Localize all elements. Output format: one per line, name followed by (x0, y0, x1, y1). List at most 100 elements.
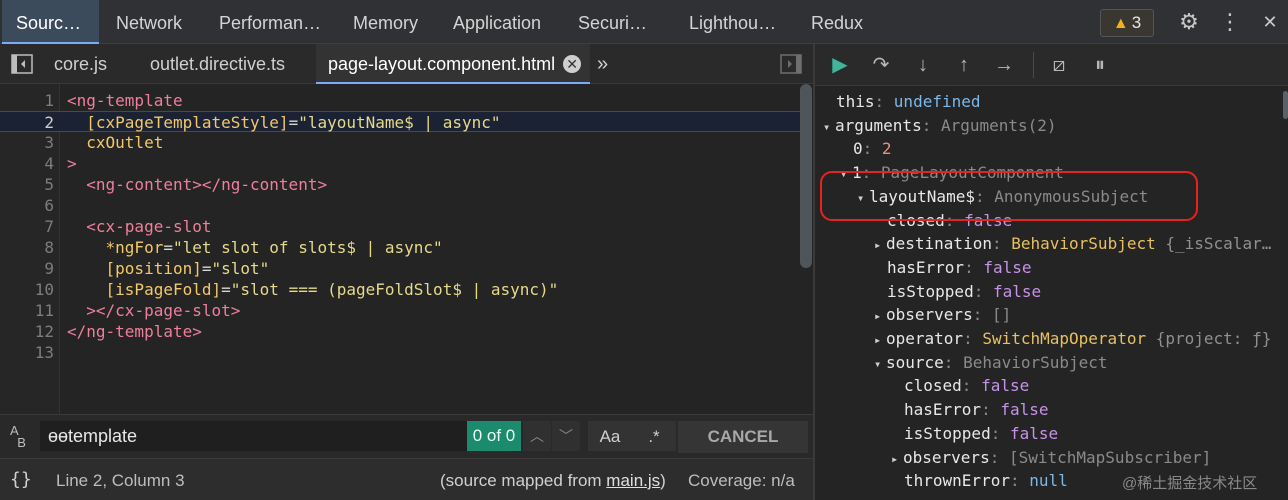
close-devtools-icon[interactable]: ✕ (1256, 8, 1284, 36)
tab-redux[interactable]: Redux (797, 0, 877, 44)
scope-variable-row[interactable]: 0: 2 (853, 137, 892, 161)
variable-name: 0 (853, 139, 863, 159)
more-options-icon[interactable]: ⋮ (1216, 8, 1244, 36)
code-line[interactable]: 11 ></cx-page-slot> (0, 300, 800, 321)
scope-variable-row[interactable]: isStopped: false (887, 280, 1041, 304)
scope-variable-row[interactable]: closed: false (904, 374, 1029, 398)
code-line[interactable]: 6 (0, 195, 800, 216)
variable-value: undefined (893, 92, 981, 111)
scope-variable-row[interactable]: ▸ destination: BehaviorSubject {_isScalar… (874, 232, 1271, 256)
step-into-button[interactable]: ↓ (908, 50, 938, 80)
code-line[interactable]: 9 [position]="slot" (0, 258, 800, 279)
collapsed-chevron-icon[interactable]: ▸ (874, 328, 886, 352)
line-number[interactable]: 10 (0, 279, 54, 300)
code-line[interactable]: 2 [cxPageTemplateStyle]="layoutName$ | a… (0, 111, 800, 132)
regex-button[interactable]: .* (632, 421, 676, 451)
previous-match-icon[interactable]: ︿ (523, 421, 551, 451)
next-match-icon[interactable]: ﹀ (552, 421, 580, 451)
settings-gear-icon[interactable]: ⚙ (1175, 8, 1203, 36)
variable-name: hasError (904, 400, 982, 420)
match-count: 0 of 0 (467, 421, 521, 451)
line-number[interactable]: 4 (0, 153, 54, 174)
more-tabs-chevron-icon[interactable]: » (597, 44, 608, 84)
line-number[interactable]: 9 (0, 258, 54, 279)
search-input[interactable] (40, 421, 468, 451)
toggle-debugger-icon[interactable] (779, 52, 803, 76)
scope-scrollbar[interactable] (1283, 91, 1288, 119)
tab-security[interactable]: Securi… (564, 0, 661, 44)
warnings-badge[interactable]: ▲ 3 (1100, 9, 1154, 37)
tab-network[interactable]: Network (102, 0, 196, 44)
scope-variable-row[interactable]: hasError: false (887, 256, 1032, 280)
step-over-button[interactable]: ↷ (866, 50, 896, 80)
line-number[interactable]: 2 (0, 112, 54, 133)
line-number[interactable]: 11 (0, 300, 54, 321)
code-text: <cx-page-slot (86, 217, 212, 236)
scope-variable-row[interactable]: ▾ arguments: Arguments(2) (823, 114, 1057, 138)
code-text: *ngFor="let slot of slots$ | async" (105, 238, 443, 257)
line-number[interactable]: 7 (0, 216, 54, 237)
code-line[interactable]: 4 > (0, 153, 800, 174)
code-editor[interactable]: 1 <ng-template 2 [cxPageTemplateStyle]="la… (0, 84, 814, 414)
code-line[interactable]: 3 cxOutlet (0, 132, 800, 153)
resume-button[interactable]: ▶ (825, 50, 855, 80)
devtools-tab-bar: Sourc… Network Performan… Memory Applica… (0, 0, 1288, 44)
pause-on-exceptions-button[interactable]: ⏸ (1085, 50, 1115, 80)
scope-variable-row[interactable]: isStopped: false (904, 422, 1058, 446)
code-line[interactable]: 8 *ngFor="let slot of slots$ | async" (0, 237, 800, 258)
step-out-button[interactable]: ↑ (949, 50, 979, 80)
code-line[interactable]: 13 (0, 342, 800, 363)
collapsed-chevron-icon[interactable]: ▸ (874, 233, 886, 257)
source-map-info: (source mapped from main.js) (440, 471, 666, 491)
editor-file-tabs: core.js outlet.directive.ts page-layout.… (0, 44, 814, 84)
expanded-chevron-icon[interactable]: ▾ (823, 115, 835, 139)
line-number[interactable]: 12 (0, 321, 54, 342)
tab-performance[interactable]: Performan… (205, 0, 335, 44)
tab-sources[interactable]: Sourc… (2, 0, 99, 44)
cancel-button[interactable]: CANCEL (678, 421, 808, 453)
file-tab-outlet-directive[interactable]: outlet.directive.ts (138, 44, 297, 84)
replace-toggle-icon[interactable]: A B (10, 424, 26, 449)
code-line[interactable]: 7 <cx-page-slot (0, 216, 800, 237)
variable-name: destination (886, 234, 992, 254)
line-number[interactable]: 3 (0, 132, 54, 153)
scope-variable-row[interactable]: this: undefined (836, 90, 981, 114)
debugger-toolbar: ▶ ↷ ↓ ↑ → ⧄ ⏸ (815, 44, 1288, 86)
code-line[interactable]: 5 <ng-content></ng-content> (0, 174, 800, 195)
scope-variable-row[interactable]: ▸ observers: [] (874, 303, 1011, 327)
expanded-chevron-icon[interactable]: ▾ (874, 352, 886, 376)
close-tab-icon[interactable]: ✕ (563, 55, 582, 73)
tab-lighthouse[interactable]: Lighthou… (675, 0, 790, 44)
separator: : (874, 92, 894, 111)
tab-application[interactable]: Application (439, 0, 555, 44)
collapsed-chevron-icon[interactable]: ▸ (874, 304, 886, 328)
line-number[interactable]: 8 (0, 237, 54, 258)
variable-value: [] (991, 305, 1012, 325)
scope-variable-row[interactable]: ▾ source: BehaviorSubject (874, 351, 1108, 375)
match-case-button[interactable]: Aa (588, 421, 632, 451)
collapsed-chevron-icon[interactable]: ▸ (891, 447, 903, 471)
variable-value: false (992, 281, 1042, 301)
code-line[interactable]: 1 <ng-template (0, 90, 800, 111)
line-number[interactable]: 6 (0, 195, 54, 216)
source-map-link[interactable]: main.js (606, 471, 660, 490)
coverage-status: Coverage: n/a (688, 471, 795, 490)
separator: : (943, 352, 964, 372)
scope-variable-row[interactable]: ▸ operator: SwitchMapOperator {project: ƒ… (874, 327, 1271, 351)
line-number[interactable]: 5 (0, 174, 54, 195)
line-number[interactable]: 1 (0, 90, 54, 111)
pretty-print-icon[interactable]: {} (10, 469, 32, 490)
scope-variable-row[interactable]: ▸ observers: [SwitchMapSubscriber] (891, 446, 1211, 470)
line-number[interactable]: 13 (0, 342, 54, 363)
step-button[interactable]: → (989, 50, 1019, 80)
code-line[interactable]: 12 </ng-template> (0, 321, 800, 342)
scope-variable-row[interactable]: thrownError: null (904, 469, 1068, 493)
file-tab-page-layout[interactable]: page-layout.component.html ✕ (316, 44, 590, 84)
file-tab-core-js[interactable]: core.js (42, 44, 119, 84)
tab-memory[interactable]: Memory (339, 0, 432, 44)
editor-scrollbar[interactable] (800, 84, 812, 268)
toggle-navigator-icon[interactable] (10, 52, 34, 76)
deactivate-breakpoints-button[interactable]: ⧄ (1044, 50, 1074, 80)
scope-variable-row[interactable]: hasError: false (904, 398, 1049, 422)
code-line[interactable]: 10 [isPageFold]="slot === (pageFoldSlot$… (0, 279, 800, 300)
